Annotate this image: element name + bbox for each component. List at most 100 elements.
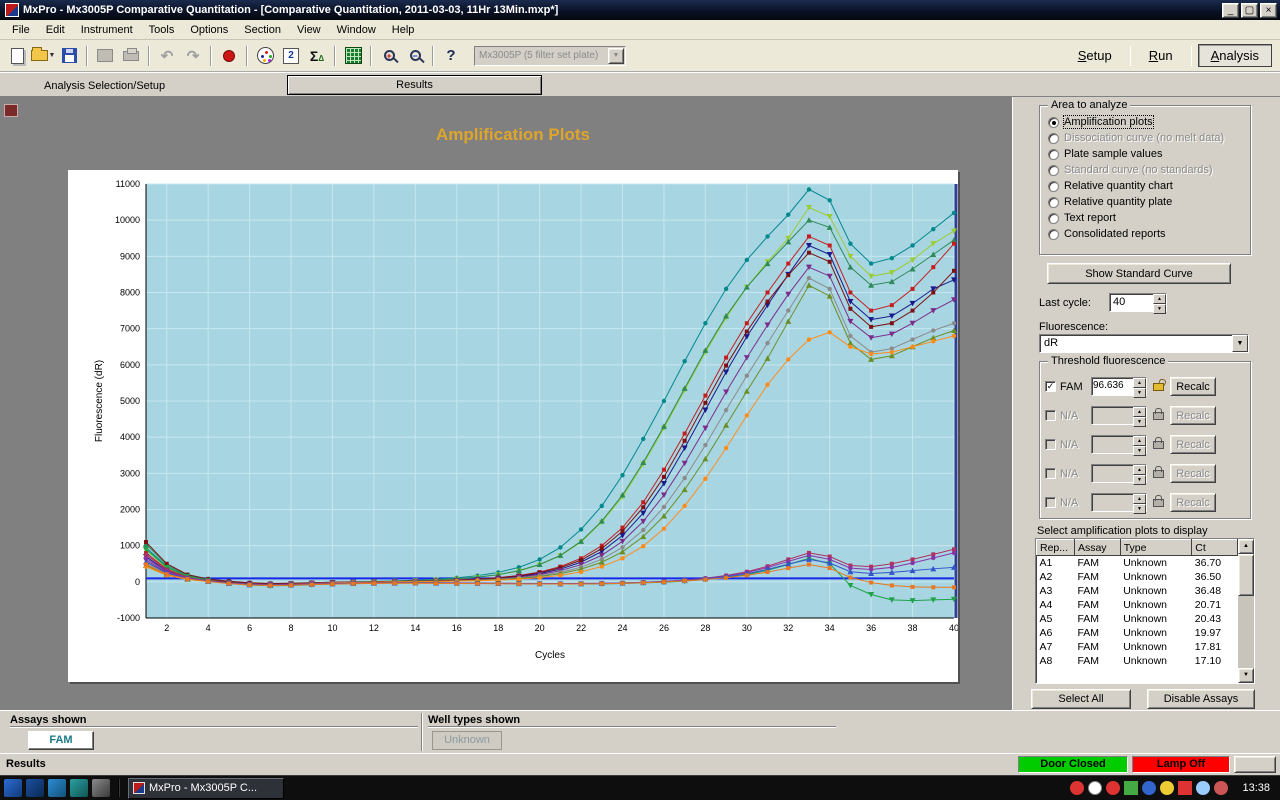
lock-icon[interactable] (1153, 407, 1164, 420)
scroll-down-icon[interactable]: ▼ (1238, 668, 1254, 683)
tray-icon-5[interactable] (1142, 781, 1157, 795)
tray-icon-6[interactable] (1160, 781, 1175, 795)
radio-label[interactable]: Plate sample values (1064, 148, 1162, 160)
radio-label[interactable]: Consolidated reports (1064, 228, 1166, 240)
menu-tools[interactable]: Tools (141, 22, 183, 38)
radio-label[interactable]: Relative quantity plate (1064, 196, 1172, 208)
unlock-icon[interactable] (1153, 382, 1164, 391)
disable-assays-button[interactable]: Disable Assays (1147, 689, 1255, 709)
column-header-type[interactable]: Type (1119, 539, 1193, 556)
tab-results[interactable]: Results (287, 75, 542, 95)
well-type-unknown-button[interactable]: Unknown (432, 731, 502, 750)
collapse-panel-icon[interactable] (4, 104, 18, 117)
tray-icon-3[interactable] (1106, 781, 1121, 795)
table-scrollbar[interactable]: ▲ ▼ (1238, 539, 1254, 683)
menu-section[interactable]: Section (236, 22, 289, 38)
menu-instrument[interactable]: Instrument (73, 22, 141, 38)
radio-icon[interactable] (1048, 196, 1059, 208)
save-icon[interactable] (56, 44, 82, 68)
close-button[interactable]: × (1260, 2, 1277, 18)
tab-analysis-selection-setup[interactable]: Analysis Selection/Setup (30, 77, 179, 95)
sigma-delta-icon[interactable]: ΣΔ (304, 44, 330, 68)
toolbar-separator (148, 45, 150, 66)
taskbar-app-button[interactable]: MxPro - Mx3005P C... (128, 777, 284, 799)
record-icon[interactable] (216, 44, 242, 68)
new-document-icon[interactable] (4, 44, 30, 68)
radio-label[interactable]: Relative quantity chart (1064, 180, 1173, 192)
radio-option-5[interactable]: Relative quantity plate (1048, 194, 1246, 210)
radio-icon[interactable] (1048, 148, 1059, 160)
plate-setup-icon[interactable] (252, 44, 278, 68)
menu-edit[interactable]: Edit (38, 22, 73, 38)
open-file-icon[interactable]: ▼ (30, 44, 56, 68)
assay-fam-button[interactable]: FAM (28, 731, 94, 750)
table-row[interactable]: A1 FAM Unknown 36.70 (1037, 556, 1238, 570)
last-cycle-spinner[interactable]: 40 ▲ ▼ (1109, 293, 1167, 314)
recalc-button[interactable]: Recalc (1170, 377, 1216, 396)
column-header-rep[interactable]: Rep... (1036, 539, 1075, 556)
zoom-out-icon[interactable]: − (402, 44, 428, 68)
radio-icon[interactable] (1048, 180, 1059, 192)
radio-option-4[interactable]: Relative quantity chart (1048, 178, 1246, 194)
show-standard-curve-button[interactable]: Show Standard Curve (1047, 263, 1231, 284)
quick-launch-icon-3[interactable] (48, 779, 66, 797)
quick-launch-icon-4[interactable] (70, 779, 88, 797)
radio-icon[interactable] (1048, 228, 1059, 240)
table-row[interactable]: A3 FAM Unknown 36.48 (1037, 584, 1238, 598)
amplification-chart[interactable]: -1000 0 1000 2000 3000 4000 5000 6000 7000 8000 90… (68, 170, 959, 682)
table-row[interactable]: A6 FAM Unknown 19.97 (1037, 626, 1238, 640)
minimize-button[interactable]: _ (1222, 2, 1239, 18)
table-row[interactable]: A8 FAM Unknown 17.10 (1037, 654, 1238, 668)
threshold-value-field[interactable]: 96.636 ▲ ▼ (1091, 377, 1147, 398)
select-all-button[interactable]: Select All (1031, 689, 1131, 709)
combo-arrow-icon[interactable]: ▼ (1232, 335, 1248, 352)
fluorescence-combo[interactable]: dR ▼ (1039, 334, 1249, 353)
help-icon[interactable]: ? (438, 44, 464, 68)
table-row[interactable]: A4 FAM Unknown 20.71 (1037, 598, 1238, 612)
threshold-checkbox[interactable]: ✓ (1045, 381, 1056, 392)
table-row[interactable]: A2 FAM Unknown 36.50 (1037, 570, 1238, 584)
column-header-assay[interactable]: Assay (1073, 539, 1121, 556)
menu-view[interactable]: View (289, 22, 329, 38)
column-header-ct[interactable]: Ct (1191, 539, 1238, 556)
spinner-arrows[interactable]: ▲ ▼ (1153, 294, 1166, 314)
tray-icon-7[interactable] (1178, 781, 1193, 795)
scroll-thumb[interactable] (1238, 554, 1254, 596)
tray-icon-8[interactable] (1196, 781, 1211, 795)
analysis-mode-button[interactable]: Analysis (1197, 44, 1272, 67)
thermal-profile-icon[interactable] (340, 44, 366, 68)
quick-launch-icon-1[interactable] (4, 779, 22, 797)
spinner-arrows[interactable]: ▲ ▼ (1133, 378, 1146, 398)
lock-icon[interactable] (1153, 494, 1164, 507)
menu-options[interactable]: Options (182, 22, 236, 38)
amplification-plot-area[interactable]: -1000 0 1000 2000 3000 4000 5000 6000 7000 8000 90… (68, 170, 959, 682)
maximize-button[interactable]: ▢ (1241, 2, 1258, 18)
setup-mode-button[interactable]: Setup (1066, 45, 1124, 66)
threshold-value-field: ▲ ▼ (1091, 493, 1147, 514)
table-row[interactable]: A7 FAM Unknown 17.81 (1037, 640, 1238, 654)
radio-label[interactable]: Text report (1064, 212, 1116, 224)
tray-icon-2[interactable] (1088, 781, 1103, 795)
filter-set-icon[interactable]: 2 (278, 44, 304, 68)
lock-icon[interactable] (1153, 465, 1164, 478)
radio-option-2[interactable]: Plate sample values (1048, 146, 1246, 162)
tray-icon-1[interactable] (1070, 781, 1085, 795)
scroll-up-icon[interactable]: ▲ (1238, 539, 1254, 554)
radio-option-6[interactable]: Text report (1048, 210, 1246, 226)
quick-launch-icon-2[interactable] (26, 779, 44, 797)
radio-option-0[interactable]: Amplification plots (1048, 114, 1246, 130)
radio-label[interactable]: Amplification plots (1063, 115, 1154, 129)
table-row[interactable]: A5 FAM Unknown 20.43 (1037, 612, 1238, 626)
menu-help[interactable]: Help (384, 22, 423, 38)
lock-icon[interactable] (1153, 436, 1164, 449)
radio-icon[interactable] (1048, 116, 1059, 128)
run-mode-button[interactable]: Run (1137, 45, 1185, 66)
tray-icon-9[interactable] (1214, 781, 1229, 795)
quick-launch-icon-5[interactable] (92, 779, 110, 797)
radio-icon[interactable] (1048, 212, 1059, 224)
tray-icon-4[interactable] (1124, 781, 1139, 795)
radio-option-7[interactable]: Consolidated reports (1048, 226, 1246, 242)
zoom-in-icon[interactable]: + (376, 44, 402, 68)
menu-file[interactable]: File (4, 22, 38, 38)
menu-window[interactable]: Window (329, 22, 384, 38)
